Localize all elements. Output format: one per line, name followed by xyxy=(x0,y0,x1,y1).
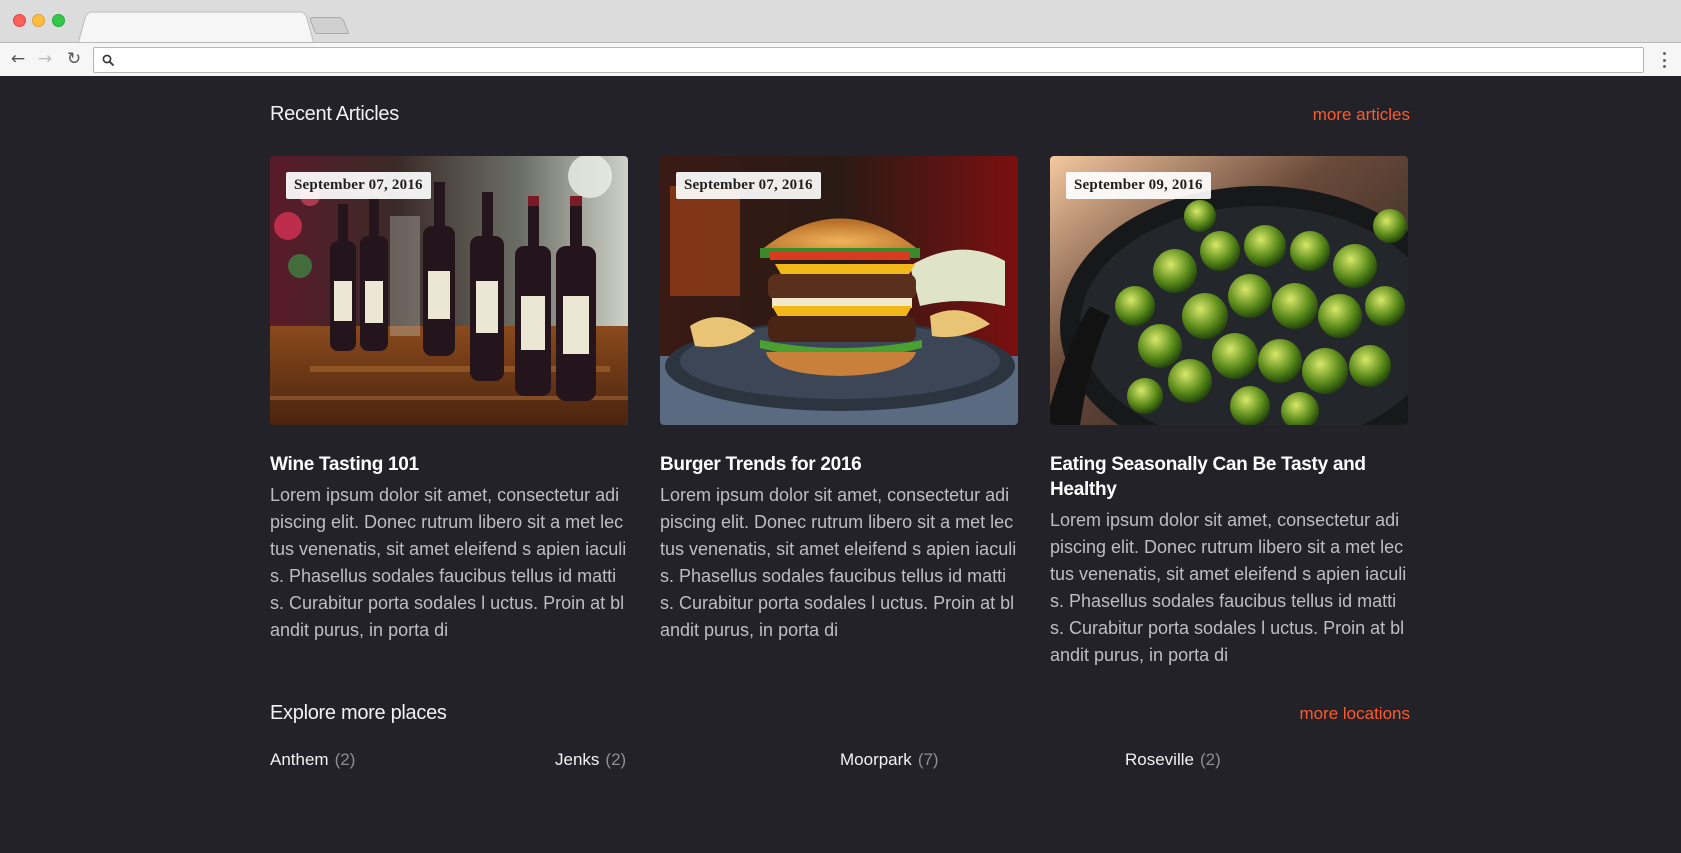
article-date-badge: September 09, 2016 xyxy=(1066,172,1211,199)
place-item[interactable]: Jenks (2) xyxy=(555,750,840,770)
place-count: (2) xyxy=(605,750,627,769)
new-tab-button[interactable] xyxy=(308,17,350,34)
article-image[interactable]: September 07, 2016 xyxy=(660,156,1018,425)
more-locations-link[interactable]: more locations xyxy=(1299,704,1410,724)
article-card[interactable]: September 09, 2016 Eating Seasonally Can… xyxy=(1050,156,1408,669)
place-item[interactable]: Roseville (2) xyxy=(1125,750,1410,770)
place-count: (2) xyxy=(334,750,356,769)
arrow-left-icon: ← xyxy=(10,48,26,69)
vertical-dots-icon xyxy=(1662,52,1666,55)
more-articles-link[interactable]: more articles xyxy=(1313,105,1410,125)
browser-chrome: ← → ↻ xyxy=(0,0,1681,76)
browser-menu-button[interactable] xyxy=(1661,50,1667,70)
close-window-button[interactable] xyxy=(13,14,26,27)
article-image[interactable]: September 07, 2016 xyxy=(270,156,628,425)
recent-articles-header: Recent Articles more articles xyxy=(270,103,1410,133)
forward-button[interactable]: → xyxy=(33,47,57,71)
place-count: (7) xyxy=(917,750,939,769)
minimize-window-button[interactable] xyxy=(32,14,45,27)
article-cards: September 07, 2016 Wine Tasting 101 Lore… xyxy=(270,156,1410,669)
article-excerpt: Lorem ipsum dolor sit amet, consectetur … xyxy=(660,485,1017,640)
browser-tab-active[interactable] xyxy=(78,11,314,42)
article-card[interactable]: September 07, 2016 Burger Trends for 201… xyxy=(660,156,1018,669)
article-image[interactable]: September 09, 2016 xyxy=(1050,156,1408,425)
arrow-right-icon: → xyxy=(37,48,53,69)
place-name: Anthem xyxy=(270,750,329,769)
article-date-badge: September 07, 2016 xyxy=(676,172,821,199)
place-count: (2) xyxy=(1199,750,1221,769)
back-button[interactable]: ← xyxy=(6,47,30,71)
article-excerpt: Lorem ipsum dolor sit amet, consectetur … xyxy=(270,485,627,640)
reload-button[interactable]: ↻ xyxy=(62,47,86,71)
place-item[interactable]: Moorpark (7) xyxy=(840,750,1125,770)
article-date-badge: September 07, 2016 xyxy=(286,172,431,199)
reload-icon: ↻ xyxy=(66,48,82,69)
maximize-window-button[interactable] xyxy=(52,14,65,27)
tab-strip xyxy=(0,0,1681,42)
explore-places-title: Explore more places xyxy=(270,702,447,724)
place-item[interactable]: Anthem (2) xyxy=(270,750,555,770)
place-name: Moorpark xyxy=(840,750,912,769)
places-list: Anthem (2) Jenks (2) Moorpark (7) Roseville… xyxy=(270,750,1410,770)
article-card[interactable]: September 07, 2016 Wine Tasting 101 Lore… xyxy=(270,156,628,669)
search-icon xyxy=(102,54,114,66)
article-excerpt: Lorem ipsum dolor sit amet, consectetur … xyxy=(1050,510,1407,665)
place-name: Roseville xyxy=(1125,750,1194,769)
browser-toolbar: ← → ↻ xyxy=(0,42,1681,76)
recent-articles-title: Recent Articles xyxy=(270,103,399,125)
page-content: Recent Articles more articles September … xyxy=(0,76,1681,853)
explore-places-header: Explore more places more locations xyxy=(270,702,1410,732)
address-bar[interactable] xyxy=(93,47,1644,73)
article-title[interactable]: Burger Trends for 2016 xyxy=(660,452,1018,477)
place-name: Jenks xyxy=(555,750,600,769)
article-title[interactable]: Wine Tasting 101 xyxy=(270,452,628,477)
article-title[interactable]: Eating Seasonally Can Be Tasty and Healt… xyxy=(1050,452,1408,502)
